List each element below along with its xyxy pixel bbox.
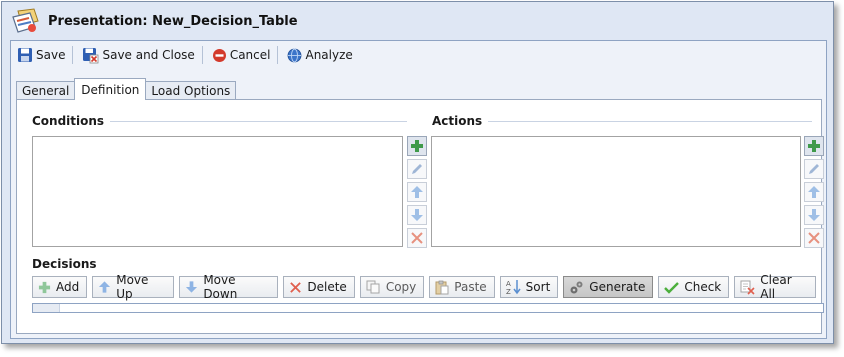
- arrow-up-icon: [98, 280, 111, 294]
- window-title: Presentation: New_Decision_Table: [48, 13, 298, 29]
- plus-icon: [807, 139, 821, 153]
- arrow-down-icon: [807, 208, 821, 222]
- cancel-button[interactable]: Cancel: [208, 44, 275, 66]
- paste-decision-button[interactable]: Paste: [429, 276, 495, 298]
- actions-move-up-button[interactable]: [804, 182, 824, 202]
- cancel-label: Cancel: [229, 48, 271, 62]
- conditions-move-down-button[interactable]: [407, 205, 427, 225]
- conditions-divider: [77, 121, 407, 122]
- tab-general[interactable]: General: [16, 81, 76, 100]
- actions-add-button[interactable]: [804, 136, 824, 156]
- actions-divider: [472, 121, 812, 122]
- conditions-edit-button[interactable]: [407, 159, 427, 179]
- pencil-icon: [807, 162, 821, 176]
- title-bar: Presentation: New_Decision_Table: [10, 6, 298, 36]
- generate-label: Generate: [589, 280, 646, 294]
- move-up-decision-button[interactable]: Move Up: [92, 273, 175, 301]
- check-label: Check: [684, 280, 722, 294]
- arrow-down-icon: [410, 208, 424, 222]
- save-and-close-button[interactable]: Save and Close: [78, 44, 198, 66]
- check-decision-button[interactable]: Check: [658, 276, 730, 298]
- actions-list[interactable]: [431, 136, 801, 247]
- decisions-title: Decisions: [32, 257, 103, 271]
- arrow-down-icon: [185, 280, 198, 294]
- arrow-up-icon: [410, 185, 424, 199]
- copy-label: Copy: [385, 280, 417, 294]
- delete-x-icon: [410, 231, 424, 245]
- generate-decision-button[interactable]: Generate: [563, 276, 654, 298]
- tab-definition[interactable]: Definition: [74, 78, 147, 100]
- toolbar-separator: [72, 46, 74, 64]
- cancel-icon: [212, 48, 227, 63]
- actions-side-buttons: [804, 136, 824, 251]
- save-and-close-icon: [82, 47, 99, 64]
- sort-decision-button[interactable]: A Z Sort: [499, 276, 559, 298]
- arrow-up-icon: [807, 185, 821, 199]
- actions-title: Actions: [432, 114, 489, 128]
- save-and-close-label: Save and Close: [102, 48, 195, 62]
- toolbar-separator: [277, 46, 279, 64]
- svg-text:Z: Z: [506, 288, 511, 295]
- move-down-decision-button[interactable]: Move Down: [179, 273, 279, 301]
- sort-label: Sort: [525, 280, 551, 294]
- delete-label: Delete: [307, 280, 347, 294]
- plus-icon: [410, 139, 424, 153]
- svg-text:A: A: [506, 280, 511, 288]
- move-up-label: Move Up: [116, 273, 149, 301]
- add-label: Add: [56, 280, 80, 294]
- plus-icon: [38, 281, 51, 294]
- decisions-grid-header-cell: [33, 304, 60, 312]
- move-down-label: Move Down: [203, 273, 238, 301]
- conditions-move-up-button[interactable]: [407, 182, 427, 202]
- conditions-delete-button[interactable]: [407, 228, 427, 248]
- analyze-button[interactable]: Analyze: [283, 44, 356, 66]
- conditions-title: Conditions: [32, 114, 111, 128]
- checkmark-icon: [664, 281, 680, 294]
- conditions-add-button[interactable]: [407, 136, 427, 156]
- actions-move-down-button[interactable]: [804, 205, 824, 225]
- clear-all-icon: [740, 280, 755, 295]
- tab-strip: General Definition Load Options: [16, 78, 237, 100]
- definition-tab-content: Conditions Actions Decisions Add Move Up…: [16, 99, 824, 334]
- decisions-toolbar: Add Move Up Move Down Delete Copy Paste …: [32, 273, 821, 301]
- actions-edit-button[interactable]: [804, 159, 824, 179]
- save-button[interactable]: Save: [13, 44, 69, 66]
- copy-icon: [366, 280, 381, 294]
- copy-decision-button[interactable]: Copy: [359, 276, 425, 298]
- presentation-app-icon: [10, 7, 40, 35]
- conditions-list[interactable]: [32, 136, 403, 247]
- save-label: Save: [36, 48, 66, 62]
- pencil-icon: [410, 162, 424, 176]
- analyze-globe-icon: [287, 48, 302, 63]
- delete-x-icon: [289, 281, 302, 294]
- delete-x-icon: [807, 231, 821, 245]
- clear-all-label: Clear All: [760, 273, 792, 301]
- editor-panel: Save Save and Close Cancel Analyze Gener…: [10, 40, 827, 339]
- actions-delete-button[interactable]: [804, 228, 824, 248]
- clear-all-decision-button[interactable]: Clear All: [734, 273, 816, 301]
- conditions-side-buttons: [407, 136, 427, 251]
- paste-clipboard-icon: [435, 280, 449, 295]
- gears-icon: [569, 280, 584, 295]
- presentation-window: Presentation: New_Decision_Table Save Sa…: [1, 1, 834, 344]
- sort-az-icon: A Z: [506, 279, 521, 295]
- decisions-grid[interactable]: [32, 303, 824, 313]
- floppy-disk-icon: [17, 47, 33, 63]
- toolbar: Save Save and Close Cancel Analyze: [11, 41, 826, 69]
- toolbar-separator: [201, 46, 203, 64]
- add-decision-button[interactable]: Add: [32, 276, 88, 298]
- tab-load-options[interactable]: Load Options: [145, 81, 237, 100]
- analyze-label: Analyze: [305, 48, 353, 62]
- delete-decision-button[interactable]: Delete: [283, 276, 355, 298]
- paste-label: Paste: [454, 280, 487, 294]
